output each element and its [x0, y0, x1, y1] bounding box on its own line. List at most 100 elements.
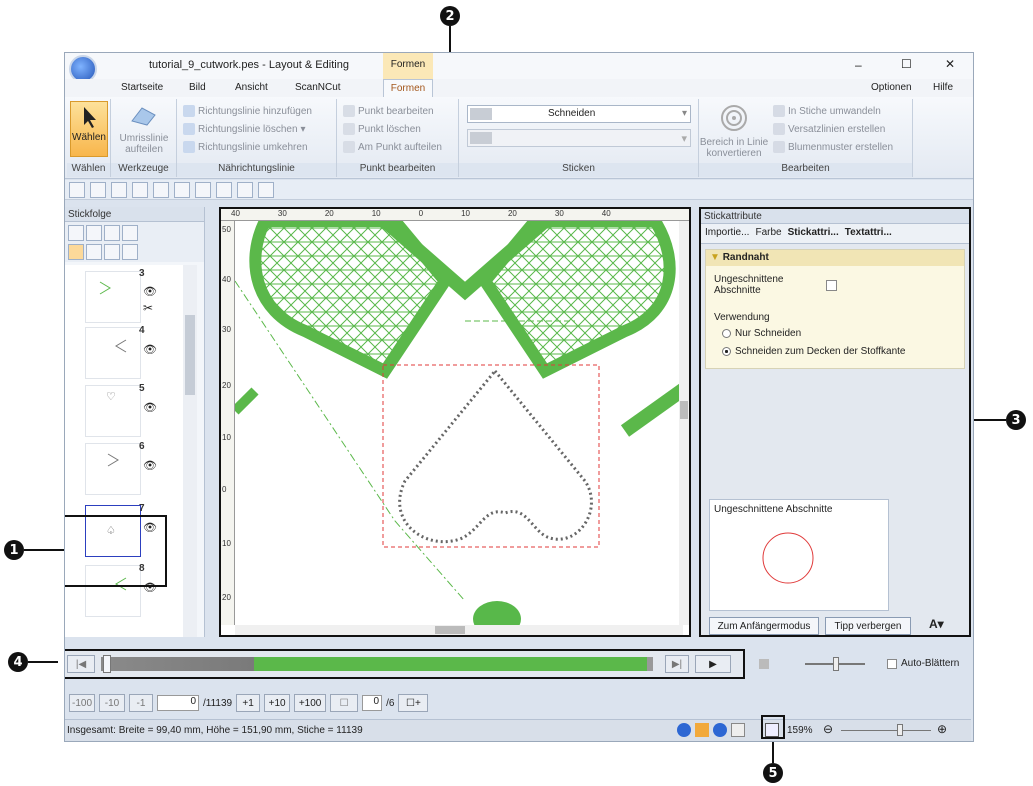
canvas-hscroll[interactable] — [235, 625, 683, 635]
color-current-input[interactable]: 0 — [362, 695, 383, 711]
auto-scroll-checkbox[interactable] — [887, 659, 897, 669]
forward-100-button[interactable]: +100 — [294, 694, 327, 712]
eye-icon[interactable] — [68, 244, 84, 260]
skip-forward-icon: ▶| — [671, 658, 683, 670]
grid-icon[interactable] — [731, 723, 745, 737]
group-sticken: Schneiden ▾ ▾ Sticken — [459, 99, 699, 177]
close-button[interactable]: ✕ — [945, 57, 955, 71]
expand-icon[interactable] — [68, 225, 84, 241]
eye-icon[interactable]: 👁 — [143, 343, 157, 356]
view-mode-1[interactable] — [677, 723, 691, 737]
font-size-icon[interactable]: A▾ — [929, 617, 944, 631]
menu-hilfe[interactable]: Hilfe — [933, 82, 953, 93]
uncut-checkbox[interactable] — [826, 280, 837, 291]
new-file-icon[interactable] — [69, 182, 85, 198]
realistic-view-icon[interactable] — [216, 182, 232, 198]
tab-stitch-attr[interactable]: Stickattri... — [788, 227, 839, 240]
delete-point-button[interactable]: Punkt löschen — [343, 123, 421, 135]
tab-bild[interactable]: Bild — [189, 82, 206, 93]
go-start-button[interactable]: |◀ — [67, 655, 95, 673]
tab-import[interactable]: Importie... — [705, 227, 749, 240]
delete-direction-button[interactable]: Richtungslinie löschen ▾ — [183, 123, 306, 135]
help-icon[interactable] — [258, 182, 274, 198]
tools-icon[interactable] — [104, 244, 120, 260]
tab-startseite[interactable]: Startseite — [121, 82, 163, 93]
add-direction-button[interactable]: Richtungslinie hinzufügen — [183, 105, 312, 117]
zoom-icon[interactable] — [132, 182, 148, 198]
lock-icon[interactable] — [86, 244, 102, 260]
to-stitches-button[interactable]: In Stiche umwandeln — [773, 105, 881, 117]
preview-icon[interactable] — [195, 182, 211, 198]
callout-1-frame — [65, 515, 167, 587]
redo-icon[interactable] — [174, 182, 190, 198]
group-icon[interactable] — [86, 225, 102, 241]
zoom-out-icon[interactable]: ⊖ — [823, 722, 833, 736]
hide-tip-button[interactable]: Tipp verbergen — [825, 617, 911, 635]
left-lower-leaf — [235, 387, 259, 415]
reverse-direction-button[interactable]: Richtungslinie umkehren — [183, 141, 308, 153]
list-item[interactable] — [85, 271, 141, 323]
tab-color[interactable]: Farbe — [755, 227, 781, 240]
ribbon-tabs: Startseite Bild Ansicht ScanNCut Formen … — [65, 79, 973, 97]
section-randnaht[interactable]: ▼ Randnaht — [706, 250, 964, 266]
beginner-mode-button[interactable]: Zum Anfängermodus — [709, 617, 819, 635]
convert-area-button[interactable]: Bereich in Linie konvertieren — [699, 137, 769, 159]
save-icon[interactable] — [111, 182, 127, 198]
sew-type-combo[interactable]: Schneiden ▾ — [467, 105, 691, 123]
open-file-icon[interactable] — [90, 182, 106, 198]
edit-point-button[interactable]: Punkt bearbeiten — [343, 105, 434, 117]
list-scrollbar[interactable] — [183, 265, 197, 637]
stitch-current-input[interactable]: 0 — [157, 695, 199, 711]
back-10-button[interactable]: -10 — [99, 694, 125, 712]
list-item[interactable] — [85, 443, 141, 495]
back-1-button[interactable]: -1 — [129, 694, 153, 712]
split-point-button[interactable]: Am Punkt aufteilen — [343, 141, 442, 153]
group-edit: Bereich in Linie konvertieren In Stiche … — [699, 99, 913, 177]
maximize-button[interactable]: ☐ — [901, 57, 912, 71]
stitch-simulator: |◀ ▶| ▶ Auto-Blättern — [65, 649, 971, 681]
list-item[interactable] — [85, 327, 141, 379]
forward-10-button[interactable]: +10 — [264, 694, 291, 712]
stitch-order-title: Stickfolge — [65, 207, 204, 222]
undo-icon[interactable] — [153, 182, 169, 198]
eye-icon[interactable]: 👁 — [143, 285, 157, 298]
eye-icon[interactable]: 👁 — [143, 459, 157, 472]
offset-lines-button[interactable]: Versatzlinien erstellen — [773, 123, 885, 135]
view-mode-3[interactable] — [713, 723, 727, 737]
forward-1-button[interactable]: +1 — [236, 694, 261, 712]
outline-split-button[interactable]: Umrisslinie aufteilen — [115, 133, 173, 155]
group-tools: Umrisslinie aufteilen Werkzeuge — [111, 99, 177, 177]
tab-scanncut[interactable]: ScanNCut — [295, 82, 341, 93]
tab-formen[interactable]: Formen — [383, 79, 433, 97]
tab-text-attr[interactable]: Textattri... — [845, 227, 892, 240]
transfer-icon[interactable] — [237, 182, 253, 198]
list-item[interactable]: ♡ — [85, 385, 141, 437]
fill-type-combo[interactable]: ▾ — [467, 129, 691, 147]
cut-icon[interactable]: ✂ — [143, 301, 153, 315]
color-forward-button[interactable]: ☐+ — [398, 694, 429, 712]
progress-handle[interactable] — [103, 655, 111, 673]
radio-schneiden-decken[interactable]: Schneiden zum Decken der Stoffkante — [722, 346, 905, 357]
view-mode-2[interactable] — [695, 723, 709, 737]
canvas-vscroll[interactable] — [679, 221, 689, 625]
stop-button[interactable] — [759, 659, 769, 669]
pointer-icon[interactable] — [122, 244, 138, 260]
play-button[interactable]: ▶ — [695, 655, 731, 673]
menu-optionen[interactable]: Optionen — [871, 82, 912, 93]
color-icon[interactable] — [104, 225, 120, 241]
back-100-button[interactable]: -100 — [69, 694, 95, 712]
speed-slider[interactable] — [805, 657, 865, 671]
radio-nur-schneiden[interactable]: Nur Schneiden — [722, 328, 801, 339]
color-back-button[interactable]: ☐ — [330, 694, 359, 712]
flower-button[interactable]: Blumenmuster erstellen — [773, 141, 893, 153]
select-button[interactable]: Wählen — [70, 101, 108, 157]
stitch-nav-bar: -100 -10 -1 0 /11139 +1 +10 +100 ☐ 0 /6 … — [65, 691, 971, 715]
eye-icon[interactable]: 👁 — [143, 401, 157, 414]
minimize-button[interactable]: – — [855, 58, 862, 72]
frame-icon[interactable] — [122, 225, 138, 241]
tab-ansicht[interactable]: Ansicht — [235, 82, 268, 93]
zoom-slider[interactable] — [841, 724, 931, 736]
callout-5: 5 — [763, 763, 783, 783]
go-end-button[interactable]: ▶| — [665, 655, 689, 673]
zoom-in-icon[interactable]: ⊕ — [937, 722, 947, 736]
